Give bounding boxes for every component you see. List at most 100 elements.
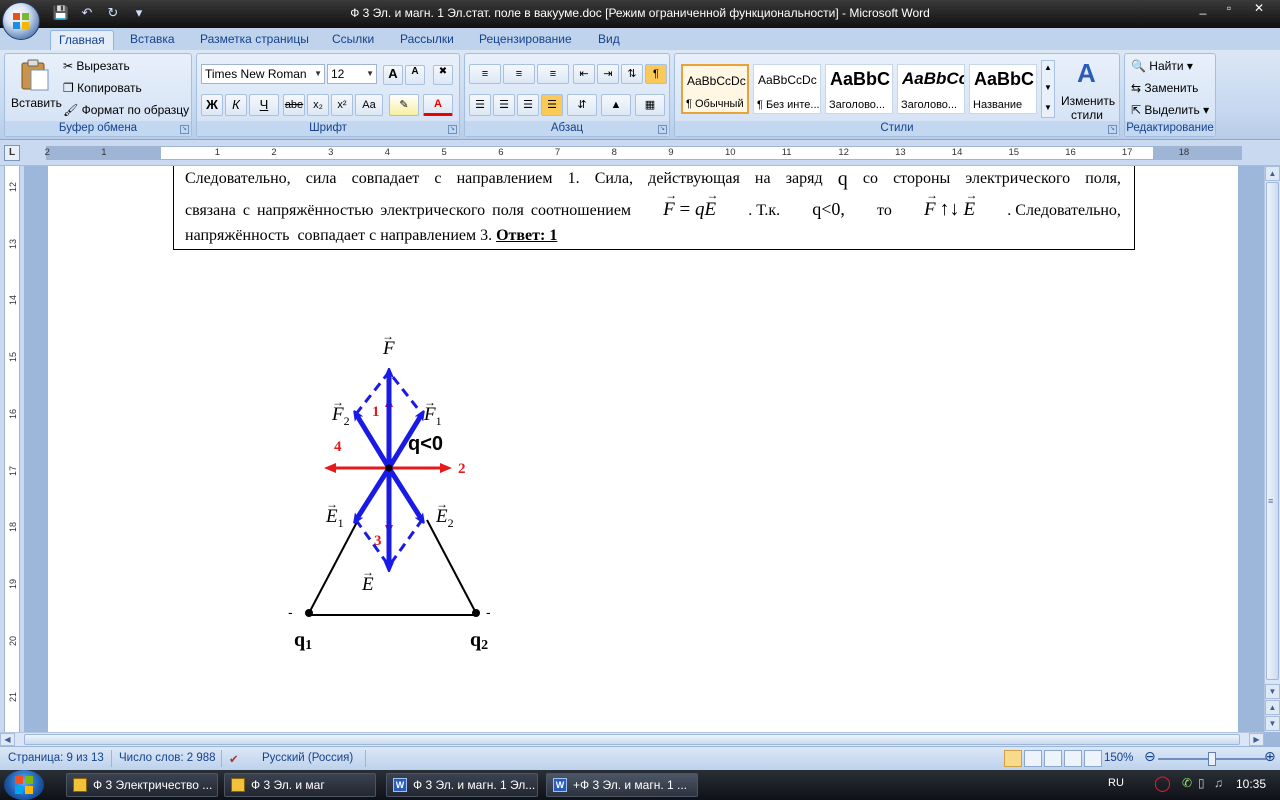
style-title[interactable]: AaBbC Название [969, 64, 1037, 114]
label-q1: q1 [294, 629, 312, 653]
align-center-icon[interactable]: ☰ [493, 94, 515, 116]
shrink-font-button[interactable]: A [405, 65, 425, 85]
language-bar[interactable]: RU [1108, 777, 1124, 789]
underline-button[interactable]: Ч [249, 94, 279, 116]
multilevel-list-icon[interactable]: ≡ [537, 64, 569, 84]
taskbar-item-2[interactable]: Ф 3 Эл. и маг [224, 773, 376, 797]
style-no-spacing[interactable]: AaBbCcDc ¶ Без инте... [753, 64, 821, 114]
bold-button[interactable]: Ж [201, 94, 223, 116]
align-left-icon[interactable]: ☰ [469, 94, 491, 116]
zoom-level[interactable]: 150% [1104, 752, 1133, 764]
font-name-combo[interactable]: Times New Roman ▼ [201, 64, 325, 84]
zoom-out-icon[interactable]: ⊖ [1144, 748, 1156, 765]
minimize-button[interactable]: _ [1190, 0, 1216, 18]
borders-icon[interactable]: ▦ [635, 94, 665, 116]
draft-view-icon[interactable] [1084, 750, 1102, 767]
volume-icon[interactable]: ♫ [1214, 776, 1223, 790]
tab-page-layout[interactable]: Разметка страницы [192, 30, 317, 50]
shading-icon[interactable]: ▲ [601, 94, 631, 116]
style-heading-1[interactable]: AaBbC Заголово... [825, 64, 893, 114]
tab-insert[interactable]: Вставка [122, 30, 183, 50]
tab-home[interactable]: Главная [50, 30, 114, 50]
align-right-icon[interactable]: ☰ [517, 94, 539, 116]
vertical-ruler[interactable]: 12 13 14 15 16 17 18 19 20 21 [0, 166, 24, 732]
tab-mailings[interactable]: Рассылки [392, 30, 462, 50]
print-layout-view-icon[interactable] [1004, 750, 1022, 767]
grow-font-button[interactable]: A [383, 65, 403, 85]
outline-view-icon[interactable] [1064, 750, 1082, 767]
opera-icon[interactable]: ◯ [1154, 774, 1171, 792]
subscript-button[interactable]: x₂ [307, 94, 329, 116]
taskbar-item-1[interactable]: Ф 3 Электричество ... [66, 773, 218, 797]
scroll-up-icon[interactable]: ▲ [1265, 166, 1280, 181]
maximize-button[interactable]: ▫ [1216, 0, 1242, 18]
strikethrough-button[interactable]: abe [283, 94, 305, 116]
format-painter-button[interactable]: 🖌 Формат по образцу [63, 103, 189, 117]
find-button[interactable]: 🔍 Найти ▾ [1131, 59, 1193, 73]
scroll-down-icon[interactable]: ▼ [1265, 684, 1280, 699]
phone-icon[interactable]: ✆ [1182, 776, 1192, 790]
language-indicator[interactable]: Русский (Россия) [262, 752, 353, 764]
zoom-slider-thumb[interactable] [1208, 752, 1216, 766]
replace-button[interactable]: ⇆ Заменить [1131, 81, 1198, 95]
zoom-in-icon[interactable]: ⊕ [1264, 748, 1276, 765]
horizontal-scrollbar[interactable]: ◀ ▶ [0, 732, 1264, 746]
italic-button[interactable]: К [225, 94, 247, 116]
show-marks-icon[interactable]: ¶ [645, 64, 667, 84]
styles-launcher-icon[interactable]: ↘ [1108, 125, 1117, 134]
proofing-icon[interactable]: ✔ [229, 752, 239, 766]
bullets-icon[interactable]: ≡ [469, 64, 501, 84]
copy-button[interactable]: ❐ Копировать [63, 81, 142, 95]
word-count[interactable]: Число слов: 2 988 [119, 752, 216, 764]
clipboard-launcher-icon[interactable]: ↘ [180, 125, 189, 134]
chevron-down-icon[interactable]: ▼ [1044, 83, 1052, 92]
document-page[interactable]: Следовательно, сила совпадает с направле… [48, 166, 1238, 732]
select-button[interactable]: ⇱ Выделить ▾ [1131, 103, 1209, 117]
numbering-icon[interactable]: ≡ [503, 64, 535, 84]
clear-format-icon[interactable]: ✖ [433, 65, 453, 85]
increase-indent-icon[interactable]: ⇥ [597, 64, 619, 84]
paragraph-launcher-icon[interactable]: ↘ [658, 125, 667, 134]
taskbar-item-3[interactable]: W Ф 3 Эл. и магн. 1 Эл... [386, 773, 538, 797]
next-page-icon[interactable]: ▼ [1265, 716, 1280, 731]
line-spacing-icon[interactable]: ⇵ [567, 94, 597, 116]
scroll-left-icon[interactable]: ◀ [0, 733, 15, 746]
more-styles-icon[interactable]: ▼ [1044, 103, 1052, 112]
scroll-right-icon[interactable]: ▶ [1249, 733, 1264, 746]
justify-icon[interactable]: ☰ [541, 94, 563, 116]
styles-scroll[interactable]: ▲ ▼ ▼ [1041, 60, 1055, 118]
style-heading-2[interactable]: AaBbCc Заголово... [897, 64, 965, 114]
clock[interactable]: 10:35 [1236, 777, 1266, 791]
tab-stop-selector[interactable]: L [4, 145, 20, 161]
sort-icon[interactable]: ⇅ [621, 64, 643, 84]
previous-page-icon[interactable]: ▲ [1265, 700, 1280, 715]
web-layout-view-icon[interactable] [1044, 750, 1062, 767]
font-launcher-icon[interactable]: ↘ [448, 125, 457, 134]
page-count[interactable]: Страница: 9 из 13 [8, 752, 104, 764]
horizontal-ruler[interactable]: 2 1 1 2 3 4 5 6 7 8 9 10 11 12 13 14 15 16 17 18 [45, 146, 1242, 160]
horizontal-scroll-thumb[interactable] [24, 734, 1240, 745]
superscript-button[interactable]: x² [331, 94, 353, 116]
style-normal[interactable]: AaBbCcDc ¶ Обычный [681, 64, 749, 114]
vertical-scroll-thumb[interactable] [1266, 182, 1279, 680]
start-button[interactable] [4, 770, 44, 800]
taskbar-item-4[interactable]: W +Ф 3 Эл. и магн. 1 ... [546, 773, 698, 797]
font-size-combo[interactable]: 12 ▼ [327, 64, 377, 84]
office-button[interactable] [2, 2, 40, 40]
label-e2-vec-arrow: → [436, 497, 448, 511]
close-button[interactable]: ✕ [1242, 0, 1276, 18]
font-color-button[interactable]: A [423, 94, 453, 116]
change-case-button[interactable]: Aa [355, 94, 383, 116]
change-styles-button[interactable]: A Изменить стили [1059, 58, 1117, 122]
cut-button[interactable]: ✂ Вырезать [63, 59, 130, 73]
tab-view[interactable]: Вид [590, 30, 628, 50]
tab-review[interactable]: Рецензирование [471, 30, 580, 50]
vertical-scrollbar[interactable]: ▲ ≡ ▼ ▲ ▼ [1264, 166, 1280, 732]
highlight-icon[interactable]: ✎ [389, 94, 419, 116]
signal-icon[interactable]: ▯ [1198, 776, 1205, 790]
decrease-indent-icon[interactable]: ⇤ [573, 64, 595, 84]
paste-button[interactable]: Вставить [11, 58, 62, 118]
full-screen-reading-view-icon[interactable] [1024, 750, 1042, 767]
chevron-up-icon[interactable]: ▲ [1044, 63, 1052, 72]
tab-references[interactable]: Ссылки [324, 30, 382, 50]
